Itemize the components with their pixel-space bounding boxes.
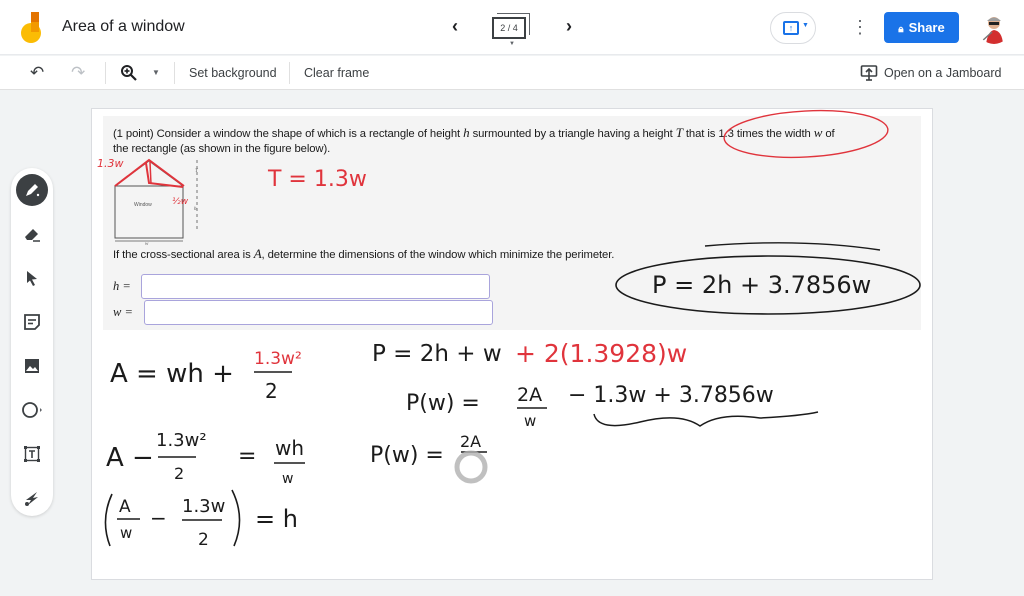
caret-down-icon: ▼ — [802, 22, 809, 29]
select-tool[interactable] — [16, 262, 48, 294]
more-vert-icon[interactable]: ⋮ — [851, 16, 869, 40]
problem-text: that is 1.3 times the width — [682, 128, 814, 140]
problem-text: (1 point) Consider a window the shape of… — [113, 128, 464, 140]
zoom-in-icon[interactable] — [120, 62, 138, 84]
avatar[interactable] — [978, 12, 1010, 44]
problem-text: surmounted by a triangle having a height — [469, 128, 676, 140]
cursor-icon — [27, 271, 37, 286]
undo-icon[interactable]: ↶ — [30, 62, 44, 84]
frame-indicator: 2 / 4 — [492, 17, 526, 39]
frame-bar-button[interactable]: 2 / 4 ▼ — [490, 13, 534, 47]
circle-icon — [22, 402, 42, 418]
clear-frame-button[interactable]: Clear frame — [304, 62, 369, 84]
eraser-icon — [25, 229, 40, 242]
share-label: Share — [908, 20, 945, 35]
text-box-icon — [24, 446, 40, 462]
sticky-note-tool[interactable] — [16, 306, 48, 338]
cast-screen-icon — [860, 65, 878, 81]
chevron-right-icon[interactable]: › — [557, 14, 581, 38]
problem-statement-line-1: (1 point) Consider a window the shape of… — [113, 125, 835, 141]
h-answer-label: h = — [113, 279, 131, 293]
w-answer-input[interactable] — [144, 300, 493, 325]
h-answer-input[interactable] — [141, 274, 490, 299]
redo-icon[interactable]: ↷ — [71, 62, 85, 84]
pen-icon — [26, 184, 40, 197]
divider — [174, 62, 175, 84]
tool-palette — [11, 168, 53, 516]
toolbar: ↶ ↷ ▼ Set background Clear frame Open on… — [0, 56, 1024, 90]
top-bar: Area of a window ‹ 2 / 4 ▼ › ↑ ▼ ⋮ 🔒︎ Sha… — [0, 0, 1024, 55]
var-A: A — [253, 246, 262, 261]
open-on-jamboard-button[interactable]: Open on a Jamboard — [860, 62, 1001, 84]
pen-tool[interactable] — [16, 174, 48, 206]
problem-text: of — [822, 128, 835, 140]
image-icon — [25, 359, 39, 373]
present-button[interactable]: ↑ ▼ — [770, 12, 816, 44]
lock-icon: 🔒︎ — [898, 24, 904, 35]
chevron-left-icon[interactable]: ‹ — [443, 14, 467, 38]
image-tool[interactable] — [16, 350, 48, 382]
eraser-tool[interactable] — [16, 218, 48, 250]
var-T: T — [675, 125, 683, 140]
var-w: w — [813, 125, 823, 140]
jamboard-logo-icon[interactable] — [19, 12, 45, 44]
sticky-note-icon — [24, 314, 40, 330]
shape-tool[interactable] — [16, 394, 48, 426]
caret-down-icon: ▼ — [509, 41, 515, 47]
problem-text: , determine the dimensions of the window… — [261, 249, 615, 261]
divider — [105, 62, 106, 84]
text-box-tool[interactable] — [16, 438, 48, 470]
zoom-dropdown-caret-icon[interactable]: ▼ — [152, 62, 160, 84]
present-upload-icon: ↑ — [783, 21, 799, 35]
set-background-button[interactable]: Set background — [189, 62, 277, 84]
laser-tool[interactable] — [16, 482, 48, 514]
problem-statement-line-2: the rectangle (as shown in the figure be… — [113, 143, 331, 155]
problem-text: If the cross-sectional area is — [113, 249, 254, 261]
document-title[interactable]: Area of a window — [62, 18, 185, 36]
w-answer-label: w = — [113, 305, 133, 319]
open-on-jamboard-label: Open on a Jamboard — [884, 66, 1002, 80]
share-button[interactable]: 🔒︎ Share — [884, 12, 959, 43]
divider — [289, 62, 290, 84]
laser-icon — [25, 492, 38, 506]
problem-statement-line-3: If the cross-sectional area is A, determ… — [113, 246, 614, 262]
